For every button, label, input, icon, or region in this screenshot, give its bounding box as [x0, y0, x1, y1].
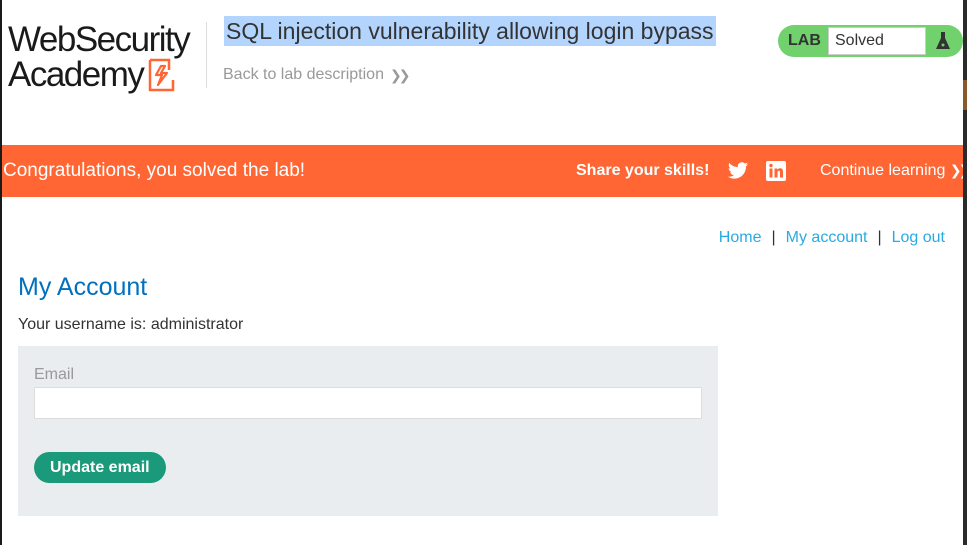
- congratulations-message: Congratulations, you solved the lab!: [3, 160, 306, 181]
- flask-icon: [926, 25, 960, 57]
- logo-text-line1: WebSecurity: [8, 20, 191, 59]
- update-email-form: Email Update email: [18, 346, 718, 516]
- page: WebSecurity Academy SQL injection vulner…: [2, 0, 963, 545]
- twitter-icon[interactable]: [727, 161, 749, 181]
- lab-title: SQL injection vulnerability allowing log…: [224, 16, 716, 46]
- back-to-lab-description-link[interactable]: Back to lab description ❯❯: [223, 66, 411, 84]
- header-divider: [206, 22, 207, 88]
- lab-status-badge: LAB Solved: [778, 25, 963, 57]
- continue-learning-label: Continue learning: [820, 162, 946, 179]
- share-skills-label: Share your skills!: [576, 162, 710, 179]
- window-edge: [963, 0, 967, 545]
- nav-separator: |: [771, 229, 776, 246]
- nav-separator: |: [877, 229, 882, 246]
- double-chevron-right-icon: ❯❯: [949, 162, 963, 178]
- solved-banner: Congratulations, you solved the lab! Sha…: [2, 145, 963, 197]
- email-input[interactable]: [34, 387, 702, 419]
- linkedin-icon[interactable]: [766, 161, 786, 181]
- lab-tag: LAB: [788, 32, 821, 49]
- nav-my-account-link[interactable]: My account: [786, 229, 868, 247]
- page-title: My Account: [18, 273, 148, 301]
- lightning-bolt-icon: [149, 58, 175, 91]
- nav-log-out-link[interactable]: Log out: [892, 229, 945, 247]
- back-link-label: Back to lab description: [223, 66, 384, 83]
- web-security-academy-logo[interactable]: WebSecurity Academy: [8, 22, 204, 96]
- username-line: Your username is: administrator: [18, 316, 244, 333]
- lab-status: Solved: [828, 27, 926, 55]
- account-nav: Home | My account | Log out: [719, 229, 945, 247]
- nav-home-link[interactable]: Home: [719, 229, 762, 247]
- double-chevron-right-icon: ❯❯: [389, 66, 411, 83]
- logo-text-line2: Academy: [8, 55, 145, 94]
- email-label: Email: [34, 366, 75, 383]
- update-email-button[interactable]: Update email: [34, 452, 166, 483]
- continue-learning-link[interactable]: Continue learning ❯❯: [820, 162, 963, 180]
